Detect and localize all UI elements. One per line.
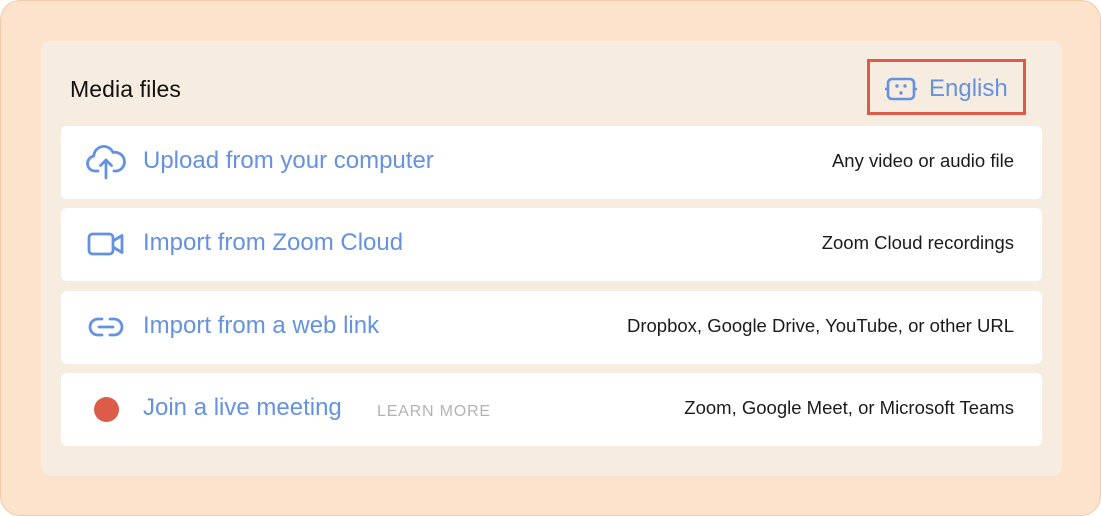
panel-title: Media files — [70, 76, 182, 102]
option-label: Import from a web link — [143, 312, 380, 339]
option-description: Zoom Cloud recordings — [821, 232, 1014, 253]
media-files-panel: Media files English Upload from your com… — [41, 41, 1062, 476]
live-indicator-dot — [93, 396, 119, 422]
import-web-link-option[interactable]: Import from a web link Dropbox, Google D… — [61, 291, 1042, 364]
live-dot-icon — [85, 391, 127, 427]
page-background: Media files English Upload from your com… — [0, 0, 1101, 516]
option-description: Dropbox, Google Drive, YouTube, or other… — [626, 315, 1014, 336]
option-label: Join a live meeting — [143, 394, 342, 421]
video-camera-icon — [85, 226, 127, 262]
option-description: Zoom, Google Meet, or Microsoft Teams — [684, 397, 1014, 418]
language-icon — [885, 77, 917, 101]
upload-from-computer-option[interactable]: Upload from your computer Any video or a… — [61, 126, 1042, 199]
join-live-meeting-option[interactable]: Join a live meeting LEARN MORE Zoom, Goo… — [61, 373, 1042, 446]
option-label: Import from Zoom Cloud — [143, 229, 404, 256]
learn-more-link[interactable]: LEARN MORE — [377, 403, 491, 421]
link-icon — [85, 309, 127, 345]
option-description: Any video or audio file — [831, 150, 1014, 171]
cloud-upload-icon — [85, 144, 127, 180]
language-label: English — [929, 75, 1008, 102]
option-label: Upload from your computer — [143, 147, 434, 174]
language-selector-button[interactable]: English — [867, 59, 1026, 115]
import-zoom-cloud-option[interactable]: Import from Zoom Cloud Zoom Cloud record… — [61, 208, 1042, 281]
